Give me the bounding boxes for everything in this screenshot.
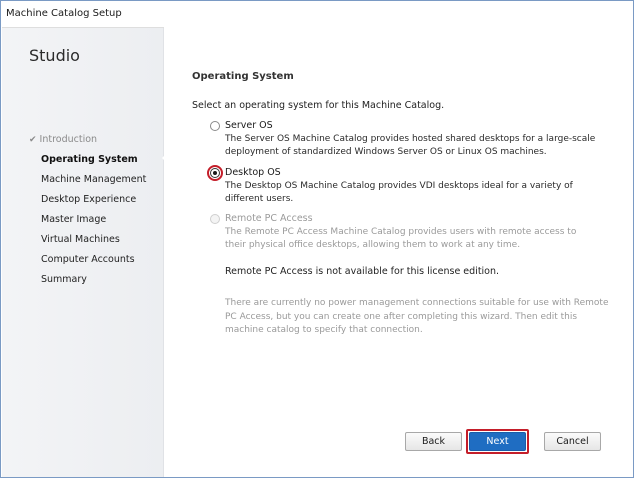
step-label: Introduction: [39, 134, 98, 145]
step-label: Master Image: [41, 214, 107, 225]
radio-highlight: [207, 165, 223, 181]
step-label: Operating System: [41, 154, 138, 165]
license-note: Remote PC Access is not available for th…: [225, 266, 500, 277]
machine-catalog-setup-window: Machine Catalog Setup Studio ✔ Introducti…: [0, 0, 634, 478]
title-bar: Machine Catalog Setup: [1, 1, 633, 27]
remote-pc-access-radio: [210, 214, 220, 224]
step-label: Summary: [41, 274, 87, 285]
option-description: The Desktop OS Machine Catalog provides …: [225, 181, 573, 204]
option-label: Remote PC Access: [225, 213, 313, 224]
step-label: Machine Management: [41, 174, 147, 185]
section-title: Operating System: [192, 71, 294, 82]
back-button[interactable]: Back: [405, 432, 462, 451]
active-step-pointer: [162, 151, 169, 165]
step-label: Virtual Machines: [41, 234, 120, 245]
wizard-sidebar: [2, 27, 164, 477]
window-title: Machine Catalog Setup: [6, 8, 122, 19]
option-description: The Server OS Machine Catalog provides h…: [225, 134, 596, 157]
cancel-button[interactable]: Cancel: [544, 432, 601, 451]
step-label: Computer Accounts: [41, 254, 135, 265]
checkmark-icon: ✔: [29, 135, 37, 145]
next-button-highlight: [466, 429, 529, 454]
studio-heading: Studio: [29, 46, 80, 65]
option-description: The Remote PC Access Machine Catalog pro…: [225, 227, 577, 250]
instruction-text: Select an operating system for this Mach…: [192, 100, 445, 111]
step-label: Desktop Experience: [41, 194, 137, 205]
power-management-note: There are currently no power management …: [225, 298, 609, 335]
server-os-radio[interactable]: [210, 121, 220, 131]
option-label: Server OS: [225, 120, 273, 131]
option-label: Desktop OS: [225, 167, 281, 178]
